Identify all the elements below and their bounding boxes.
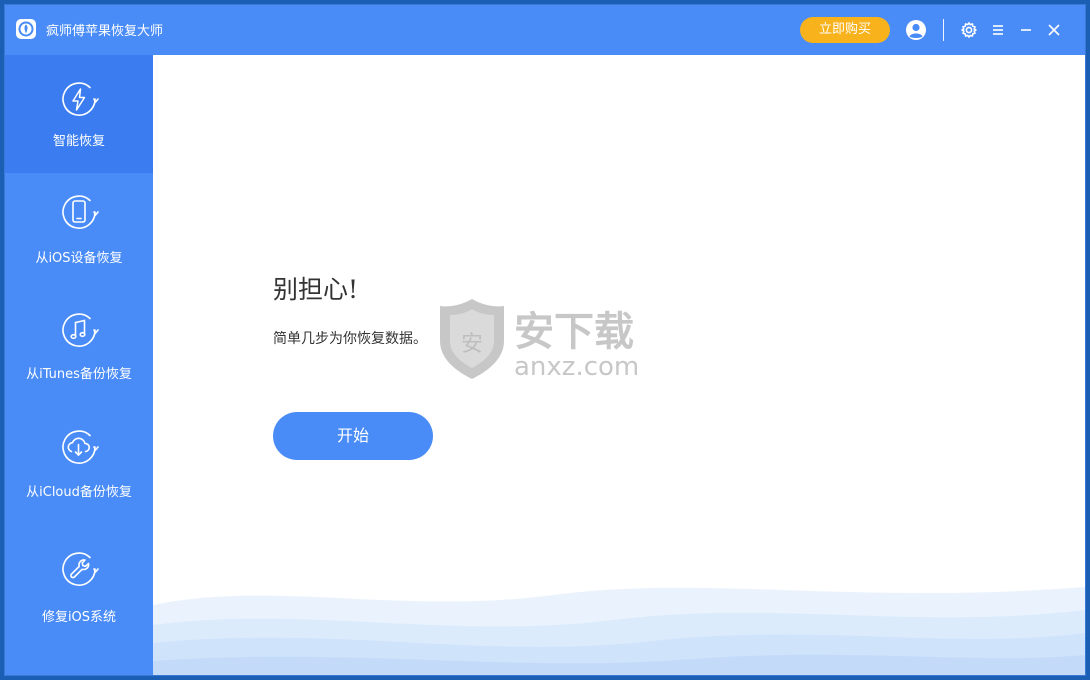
sidebar-item-icloud-backup[interactable]: 从iCloud备份恢复 xyxy=(5,409,153,527)
app-logo-icon xyxy=(16,19,36,39)
main-panel: 别担心! 简单几步为你恢复数据。 安 安下载 anxz.com 开始 xyxy=(153,55,1085,675)
menu-icon[interactable] xyxy=(987,19,1009,41)
sidebar-item-label: 智能恢复 xyxy=(52,134,105,149)
sidebar: 智能恢复 从iOS设备恢复 从iTunes备份恢复 从iCloud备份恢复 修复… xyxy=(5,55,153,675)
sidebar-item-itunes-backup[interactable]: 从iTunes备份恢复 xyxy=(5,291,153,409)
wrench-refresh-icon xyxy=(62,552,99,586)
sidebar-item-smart-recovery[interactable]: 智能恢复 xyxy=(5,55,153,173)
title-bar: 疯师傅苹果恢复大师 立即购买 xyxy=(5,5,1085,55)
title-separator xyxy=(943,19,944,41)
watermark-domain: anxz.com xyxy=(514,352,639,382)
phone-refresh-icon xyxy=(62,195,99,229)
app-window: 疯师傅苹果恢复大师 立即购买 智能恢复 从iOS设备恢复 从iTunes备份恢复… xyxy=(5,5,1085,675)
music-refresh-icon xyxy=(62,313,99,347)
lightning-refresh-icon xyxy=(62,82,99,116)
sidebar-item-label: 从iCloud备份恢复 xyxy=(26,485,132,500)
watermark-logo: 安 安下载 anxz.com xyxy=(440,299,639,382)
sidebar-item-repair-ios[interactable]: 修复iOS系统 xyxy=(5,527,153,645)
close-icon[interactable] xyxy=(1043,19,1065,41)
wave-decoration xyxy=(153,587,1085,675)
start-button[interactable]: 开始 xyxy=(273,412,433,460)
sidebar-item-ios-device[interactable]: 从iOS设备恢复 xyxy=(5,173,153,291)
sidebar-item-label: 从iOS设备恢复 xyxy=(35,251,123,266)
page-title: 别担心! xyxy=(273,275,359,304)
subtitle-text: 简单几步为你恢复数据。 xyxy=(273,331,427,347)
minimize-icon[interactable] xyxy=(1015,19,1037,41)
cloud-download-refresh-icon xyxy=(62,430,99,464)
watermark-shield-char: 安 xyxy=(461,332,483,357)
user-account-icon[interactable] xyxy=(905,19,927,41)
sidebar-item-label: 修复iOS系统 xyxy=(41,610,117,625)
sidebar-item-label: 从iTunes备份恢复 xyxy=(26,367,132,382)
app-title: 疯师傅苹果恢复大师 xyxy=(46,24,164,39)
watermark-brand: 安下载 xyxy=(514,309,634,355)
gear-icon[interactable] xyxy=(958,19,980,41)
buy-now-button[interactable]: 立即购买 xyxy=(800,17,890,43)
